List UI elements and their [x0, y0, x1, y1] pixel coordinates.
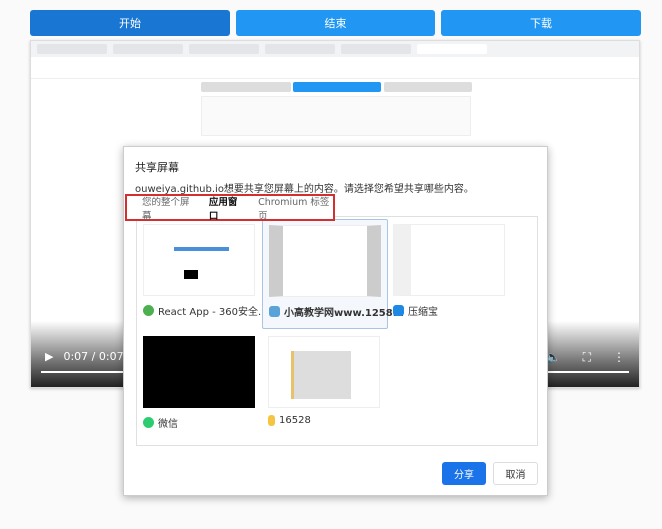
compress-app-icon	[393, 305, 404, 316]
tab-application-window[interactable]: 应用窗口	[209, 194, 244, 222]
video-time: 0:07 / 0:07	[63, 350, 124, 363]
fullscreen-icon[interactable]: ⛶	[583, 350, 591, 365]
recorded-button	[384, 82, 472, 92]
recorded-button	[293, 82, 381, 92]
share-source-tabs: 您的整个屏幕 应用窗口 Chromium 标签页	[125, 194, 335, 222]
window-item[interactable]: 微信	[137, 331, 263, 441]
notepad-icon	[269, 306, 280, 317]
share-button[interactable]: 分享	[442, 462, 486, 485]
window-item[interactable]: React App - 360安全...	[137, 219, 268, 329]
tab-entire-screen[interactable]: 您的整个屏幕	[142, 194, 195, 222]
window-label: 压缩宝	[408, 307, 438, 318]
download-button[interactable]: 下载	[441, 10, 641, 36]
window-label: 微信	[158, 419, 178, 430]
window-label: 16528	[279, 415, 311, 426]
window-item[interactable]: 压缩宝	[387, 219, 513, 329]
recorded-address-bar	[31, 57, 639, 69]
window-item[interactable]: 小高教学网www.1258...	[262, 219, 404, 329]
cancel-button[interactable]: 取消	[493, 462, 538, 485]
start-button[interactable]: 开始	[30, 10, 230, 36]
tab-chromium-tab[interactable]: Chromium 标签页	[258, 194, 333, 222]
window-picker-grid: React App - 360安全... 小高教学网www.1258... 压缩…	[136, 216, 538, 446]
360-browser-icon	[143, 305, 154, 316]
window-label: React App - 360安全...	[158, 307, 268, 318]
window-item[interactable]: 16528	[262, 331, 388, 441]
more-options-icon[interactable]: ⋮	[613, 350, 625, 365]
share-screen-dialog: 共享屏幕 ouweiya.github.io想要共享您屏幕上的内容。请选择您希望…	[123, 146, 548, 496]
recorded-browser-tabs	[31, 41, 639, 57]
folder-icon	[268, 415, 275, 426]
play-icon[interactable]: ▶	[45, 350, 53, 363]
recorded-nested-screenshot	[201, 96, 471, 136]
recorded-button	[201, 82, 291, 92]
dialog-title: 共享屏幕	[135, 161, 179, 174]
recorded-bookmarks-bar	[31, 69, 639, 79]
stop-button[interactable]: 结束	[236, 10, 435, 36]
wechat-icon	[143, 417, 154, 428]
